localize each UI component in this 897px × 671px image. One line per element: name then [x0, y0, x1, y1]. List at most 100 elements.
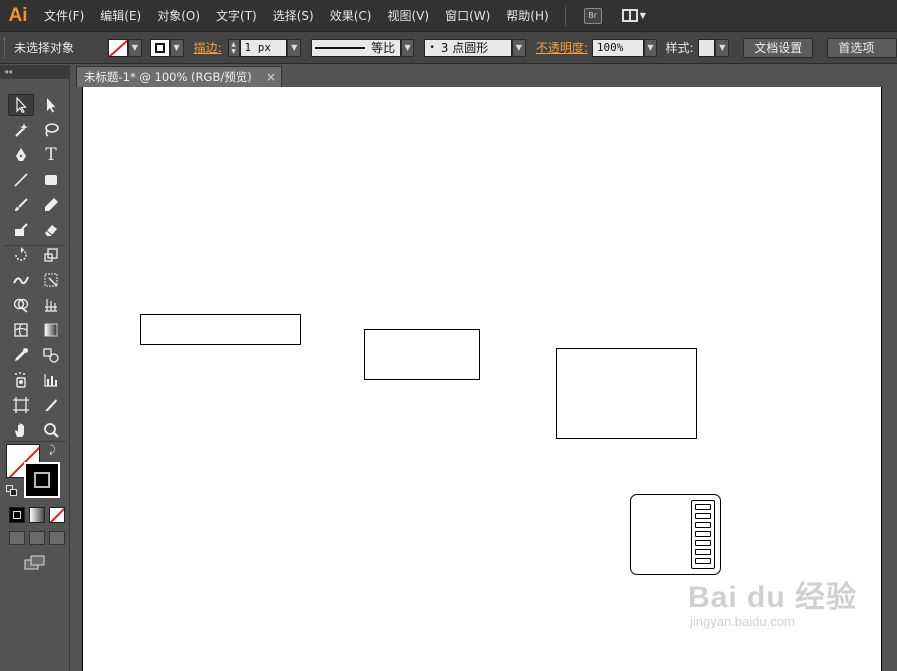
- direct-selection-tool[interactable]: [38, 94, 64, 116]
- close-icon[interactable]: ×: [266, 67, 276, 87]
- menu-object[interactable]: 对象(O): [149, 0, 208, 32]
- mesh-tool[interactable]: [8, 319, 34, 341]
- artboard-icon: [13, 397, 29, 413]
- menu-type[interactable]: 文字(T): [208, 0, 265, 32]
- swap-fill-stroke-icon[interactable]: ⤸: [49, 443, 56, 457]
- stroke-inner: [34, 472, 50, 488]
- pencil-icon: [45, 198, 58, 211]
- type-icon: T: [45, 145, 57, 165]
- selection-tool[interactable]: [8, 94, 34, 116]
- blend-tool[interactable]: [38, 344, 64, 366]
- hand-icon: [15, 423, 24, 437]
- fill-swatch[interactable]: [108, 38, 128, 57]
- brush-dot-icon: •: [429, 42, 435, 53]
- profile-dropdown[interactable]: ▼: [400, 38, 415, 57]
- pen-tool[interactable]: [8, 144, 34, 166]
- draw-inside-button[interactable]: [49, 531, 65, 545]
- app-logo: Ai: [8, 4, 28, 26]
- scale-icon: [44, 248, 58, 262]
- toolbar-divider: [4, 441, 66, 442]
- menu-effect[interactable]: 效果(C): [322, 0, 380, 32]
- stroke-color-swatch[interactable]: [24, 462, 60, 498]
- rectangle-shape[interactable]: [364, 329, 480, 380]
- zoom-icon: [44, 423, 59, 438]
- stroke-label-link[interactable]: 描边:: [194, 39, 222, 56]
- panel-grip[interactable]: [4, 37, 8, 58]
- profile-line-preview: [315, 46, 366, 49]
- menu-window[interactable]: 窗口(W): [437, 0, 498, 32]
- stroke-weight-dropdown[interactable]: ▼: [287, 38, 302, 57]
- direct-selection-icon: [47, 98, 56, 113]
- slot-panel: [691, 500, 715, 569]
- stroke-weight-field[interactable]: 1 px: [239, 38, 288, 57]
- rectangle-shape[interactable]: [140, 314, 301, 345]
- column-graph-tool[interactable]: [38, 369, 64, 391]
- color-mode-button[interactable]: [9, 507, 25, 523]
- stroke-dropdown[interactable]: ▼: [169, 38, 184, 57]
- none-mode-button[interactable]: [49, 507, 65, 523]
- opacity-label-link[interactable]: 不透明度:: [536, 39, 588, 56]
- lasso-tool[interactable]: [38, 119, 64, 141]
- eyedropper-tool[interactable]: [8, 344, 34, 366]
- graphic-style-dropdown[interactable]: ▼: [715, 38, 730, 57]
- arrange-documents-button[interactable]: ▼: [621, 9, 646, 22]
- document-tab[interactable]: 未标题-1* @ 100% (RGB/预览) ×: [76, 66, 282, 87]
- pen-icon: [16, 148, 26, 161]
- rectangle-shape[interactable]: [556, 348, 697, 439]
- style-label: 样式:: [665, 41, 694, 55]
- menu-view[interactable]: 视图(V): [379, 0, 437, 32]
- screen-mode-button[interactable]: [24, 555, 46, 571]
- tools-panel: T ⤸: [0, 79, 70, 671]
- opacity-field[interactable]: 100%: [591, 38, 644, 57]
- perspective-grid-tool[interactable]: [38, 294, 64, 316]
- graphic-style-swatch[interactable]: [697, 38, 716, 57]
- blob-brush-tool[interactable]: [8, 219, 34, 241]
- menu-help[interactable]: 帮助(H): [498, 0, 556, 32]
- illustrator-window: Ai 文件(F) 编辑(E) 对象(O) 文字(T) 选择(S) 效果(C) 视…: [0, 0, 897, 671]
- scale-tool[interactable]: [38, 244, 64, 266]
- slice-tool[interactable]: [38, 394, 64, 416]
- stroke-weight-stepper[interactable]: ▲ ▼: [227, 38, 240, 57]
- rounded-device-shape[interactable]: [630, 494, 721, 575]
- magic-wand-tool[interactable]: [8, 119, 34, 141]
- hand-tool[interactable]: [8, 419, 34, 441]
- menu-select[interactable]: 选择(S): [265, 0, 322, 32]
- toolbar-collapse-bar[interactable]: ◂◂: [0, 65, 70, 79]
- default-fill-stroke-icon[interactable]: [6, 485, 18, 497]
- gradient-tool[interactable]: [38, 319, 64, 341]
- perspective-grid-icon: [45, 299, 57, 312]
- stroke-icon: [154, 42, 165, 53]
- menu-file[interactable]: 文件(F): [36, 0, 92, 32]
- bridge-button[interactable]: Br: [583, 7, 602, 24]
- eyedropper-icon: [15, 348, 28, 361]
- brush-dropdown[interactable]: ▼: [511, 38, 526, 57]
- pencil-tool[interactable]: [38, 194, 64, 216]
- variable-width-profile[interactable]: 等比: [311, 38, 401, 57]
- draw-behind-button[interactable]: [29, 531, 45, 545]
- rectangle-tool[interactable]: [38, 169, 64, 191]
- paintbrush-tool[interactable]: [8, 194, 34, 216]
- document-setup-button[interactable]: 文档设置: [743, 37, 814, 58]
- artboard-tool[interactable]: [8, 394, 34, 416]
- preferences-button[interactable]: 首选项: [827, 37, 897, 58]
- free-transform-icon: [44, 273, 58, 287]
- menu-edit[interactable]: 编辑(E): [92, 0, 149, 32]
- width-tool[interactable]: [8, 269, 34, 291]
- line-segment-tool[interactable]: [8, 169, 34, 191]
- eraser-tool[interactable]: [38, 219, 64, 241]
- stroke-swatch[interactable]: [149, 38, 170, 57]
- type-tool[interactable]: T: [38, 144, 64, 166]
- opacity-dropdown[interactable]: ▼: [643, 38, 658, 57]
- gradient-mode-button[interactable]: [29, 507, 45, 523]
- brush-definition[interactable]: • 3 点圆形: [424, 38, 512, 57]
- zoom-tool[interactable]: [38, 419, 64, 441]
- symbol-sprayer-tool[interactable]: [8, 369, 34, 391]
- rotate-tool[interactable]: [8, 244, 34, 266]
- magic-wand-icon: [15, 123, 28, 137]
- brush-label: 3 点圆形: [440, 41, 489, 55]
- screen-mode-icon: [24, 555, 45, 570]
- fill-dropdown[interactable]: ▼: [127, 38, 142, 57]
- draw-normal-button[interactable]: [9, 531, 25, 545]
- free-transform-tool[interactable]: [38, 269, 64, 291]
- shape-builder-tool[interactable]: [8, 294, 34, 316]
